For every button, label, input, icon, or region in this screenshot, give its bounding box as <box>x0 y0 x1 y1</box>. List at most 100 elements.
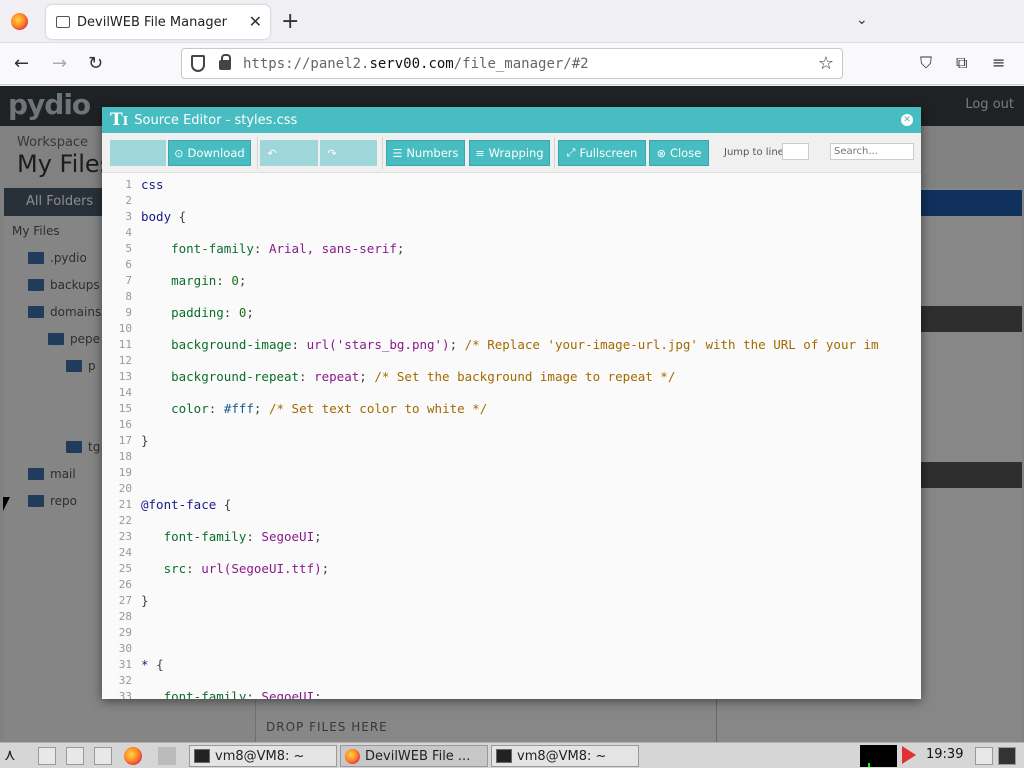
code-line[interactable]: 15 color: #fff; /* Set text color to whi… <box>102 401 921 417</box>
code-line[interactable]: 26 <box>102 577 921 593</box>
line-number: 1 <box>125 178 132 191</box>
code-line[interactable]: 19 <box>102 465 921 481</box>
code-text: * { <box>141 657 164 672</box>
code-text: font-family: Arial, sans-serif; <box>171 241 405 256</box>
terminal-icon <box>194 749 210 763</box>
toolbar-separator <box>257 137 258 169</box>
pocket-icon[interactable]: ⛉ <box>920 53 932 73</box>
fullscreen-button[interactable]: ⤢ Fullscreen <box>558 140 646 166</box>
code-text: font-family: SegoeUI; <box>163 529 322 544</box>
redo-icon: ↷ <box>327 146 337 160</box>
code-line[interactable]: 4 <box>102 225 921 241</box>
code-line[interactable]: 31 * { <box>102 657 921 673</box>
code-line[interactable]: 17} <box>102 433 921 449</box>
new-tab-icon[interactable]: + <box>281 9 299 34</box>
back-icon[interactable]: ← <box>14 53 29 74</box>
numbers-button[interactable]: ☰ Numbers <box>386 140 465 166</box>
jump-to-line-input[interactable] <box>782 143 809 160</box>
bookmark-star-icon[interactable]: ☆ <box>818 53 834 74</box>
code-line[interactable]: 29 <box>102 625 921 641</box>
code-line[interactable]: 8 <box>102 289 921 305</box>
line-number: 2 <box>125 194 132 207</box>
close-circle-icon: ⊗ <box>656 146 666 160</box>
code-line[interactable]: 33 font-family: SegoeUI; <box>102 689 921 699</box>
line-number: 6 <box>125 258 132 271</box>
toolbar-separator <box>554 137 555 169</box>
extensions-icon[interactable]: ⧉ <box>956 53 967 73</box>
line-number: 25 <box>118 562 132 575</box>
close-tab-icon[interactable]: ✕ <box>249 12 262 31</box>
firefox-icon[interactable] <box>11 13 28 30</box>
taskbar-task-firefox[interactable]: DevilWEB File ... <box>340 745 488 767</box>
undo-button[interactable]: ↶ Undo <box>260 140 318 166</box>
start-menu-icon[interactable]: ⋏ <box>4 745 22 764</box>
code-line[interactable]: 2 <box>102 193 921 209</box>
url-text[interactable]: https://panel2.serv00.com/file_manager/#… <box>243 56 589 72</box>
lock-icon[interactable] <box>219 54 231 70</box>
reload-icon[interactable]: ↻ <box>88 53 103 74</box>
code-line[interactable]: 7 margin: 0; <box>102 273 921 289</box>
code-line[interactable]: 22 <box>102 513 921 529</box>
search-input[interactable] <box>830 143 914 160</box>
line-number: 15 <box>118 402 132 415</box>
line-number: 20 <box>118 482 132 495</box>
code-text: padding: 0; <box>171 305 254 320</box>
text-editor-icon[interactable] <box>66 747 84 765</box>
browser-tab[interactable]: DevilWEB File Manager ✕ <box>46 5 270 39</box>
code-line[interactable]: 12 <box>102 353 921 369</box>
code-line[interactable]: 32 <box>102 673 921 689</box>
code-line[interactable]: 28 <box>102 609 921 625</box>
code-area[interactable]: 1 css 2 3 body {4 5 font-family: Arial, sans-… <box>102 173 921 699</box>
desktop-icon[interactable] <box>94 747 112 765</box>
code-line[interactable]: 24 <box>102 545 921 561</box>
code-text: background-image: url('stars_bg.png'); /… <box>171 337 879 352</box>
file-manager-icon[interactable] <box>38 747 56 765</box>
wrapping-button[interactable]: ≡ Wrapping <box>469 140 550 166</box>
clock[interactable]: 19:39 <box>926 747 963 762</box>
code-line[interactable]: 30 <box>102 641 921 657</box>
forward-icon[interactable]: → <box>52 53 67 74</box>
code-line[interactable]: 10 <box>102 321 921 337</box>
firefox-icon[interactable] <box>124 747 142 765</box>
code-line[interactable]: 13 background-repeat: repeat; /* Set the… <box>102 369 921 385</box>
expand-icon: ⤢ <box>566 146 576 159</box>
close-dialog-icon[interactable]: ✕ <box>901 114 913 126</box>
code-line[interactable]: 27} <box>102 593 921 609</box>
code-line[interactable]: 23 font-family: SegoeUI; <box>102 529 921 545</box>
chevron-down-icon[interactable]: ⌄ <box>856 12 868 28</box>
line-number: 26 <box>118 578 132 591</box>
shield-icon[interactable] <box>191 55 205 72</box>
menu-icon[interactable]: ≡ <box>992 53 1005 72</box>
code-line[interactable]: 6 <box>102 257 921 273</box>
code-line[interactable]: 21 @font-face { <box>102 497 921 513</box>
code-line[interactable]: 16 <box>102 417 921 433</box>
tab-title: DevilWEB File Manager <box>77 14 227 30</box>
close-button[interactable]: ⊗ Close <box>649 140 709 166</box>
code-line[interactable]: 3 body { <box>102 209 921 225</box>
code-line[interactable]: 11 background-image: url('stars_bg.png')… <box>102 337 921 353</box>
code-line[interactable]: 18 <box>102 449 921 465</box>
terminal-icon <box>496 749 512 763</box>
taskbar-task-terminal[interactable]: vm8@VM8: ~ <box>491 745 639 767</box>
code-line[interactable]: 20 <box>102 481 921 497</box>
download-button[interactable]: ⊙ Download <box>168 140 251 166</box>
code-text: src: url(SegoeUI.ttf); <box>163 561 330 576</box>
code-line[interactable]: 1 css <box>102 177 921 193</box>
code-text: } <box>141 433 149 448</box>
line-number: 19 <box>118 466 132 479</box>
code-line[interactable]: 5 font-family: Arial, sans-serif; <box>102 241 921 257</box>
browser-tab-strip: DevilWEB File Manager ✕ + ⌄ <box>0 0 1024 43</box>
url-bar[interactable]: https://panel2.serv00.com/file_manager/#… <box>181 48 843 79</box>
logout-icon[interactable] <box>998 747 1016 765</box>
code-line[interactable]: 9 padding: 0; <box>102 305 921 321</box>
code-line[interactable]: 25 src: url(SegoeUI.ttf); <box>102 561 921 577</box>
code-text: color: #fff; /* Set text color to white … <box>171 401 488 416</box>
flag-icon[interactable] <box>902 746 916 764</box>
save-button[interactable]: Save <box>110 140 166 166</box>
taskbar-task-terminal[interactable]: vm8@VM8: ~ <box>189 745 337 767</box>
code-line[interactable]: 14 <box>102 385 921 401</box>
list-icon: ☰ <box>392 146 403 160</box>
undo-icon: ↶ <box>267 146 277 160</box>
redo-button[interactable]: ↷ Redo <box>320 140 377 166</box>
notes-icon[interactable] <box>975 747 993 765</box>
